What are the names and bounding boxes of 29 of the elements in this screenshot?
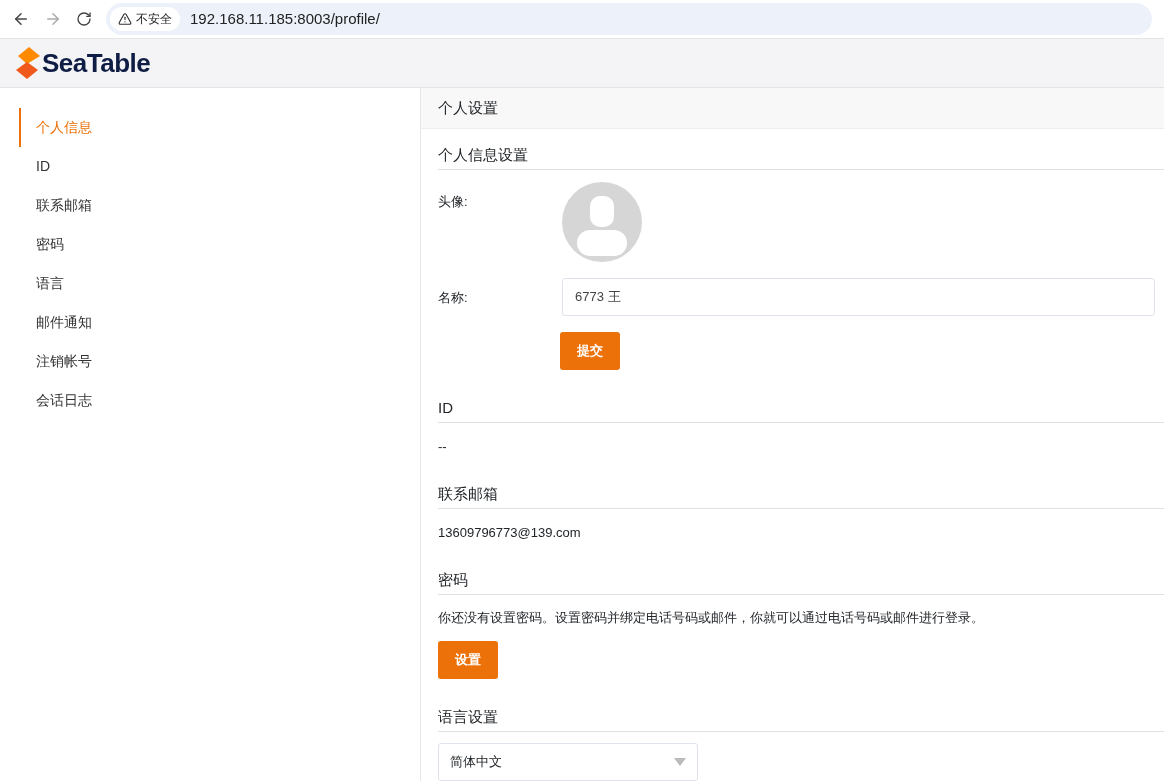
- sidebar-item[interactable]: 会话日志: [19, 381, 420, 420]
- section-heading: 密码: [438, 570, 468, 588]
- language-select[interactable]: 简体中文: [438, 743, 698, 781]
- reload-icon[interactable]: [76, 11, 92, 27]
- email-value: 13609796773@139.com: [438, 524, 582, 542]
- sidebar-item[interactable]: 邮件通知: [19, 303, 420, 342]
- field-label: 头像:: [438, 192, 469, 211]
- section-heading: ID: [438, 398, 453, 416]
- password-description: 你还没有设置密码。设置密码并绑定电话号码或邮件，你就可以通过电话号码或邮件进行登录。: [438, 608, 985, 627]
- url-text: 192.168.11.185:8003/profile/: [190, 8, 380, 29]
- section-heading: 语言设置: [438, 708, 498, 725]
- sidebar-item[interactable]: 语言: [19, 264, 420, 303]
- address-bar[interactable]: 不安全 192.168.11.185:8003/profile/: [106, 3, 1152, 35]
- section-heading: 个人信息设置: [438, 145, 528, 163]
- warning-icon: [118, 12, 132, 26]
- sidebar-item[interactable]: 注销帐号: [19, 342, 420, 381]
- back-icon[interactable]: [12, 10, 30, 28]
- sidebar-item[interactable]: 联系邮箱: [19, 186, 420, 225]
- name-field[interactable]: 6773 王: [562, 277, 1155, 316]
- id-value: --: [438, 437, 448, 456]
- sidebar-item[interactable]: ID: [19, 147, 420, 186]
- logo-icon: [16, 47, 40, 79]
- section-heading: 联系邮箱: [438, 485, 498, 502]
- logo-text: SeaTable: [42, 46, 151, 80]
- field-label: 名称:: [438, 288, 469, 307]
- security-chip[interactable]: 不安全: [110, 7, 180, 31]
- caret-icon: [674, 758, 686, 766]
- page-header: 个人设置: [421, 88, 1164, 129]
- sidebar-item[interactable]: 密码: [19, 225, 420, 264]
